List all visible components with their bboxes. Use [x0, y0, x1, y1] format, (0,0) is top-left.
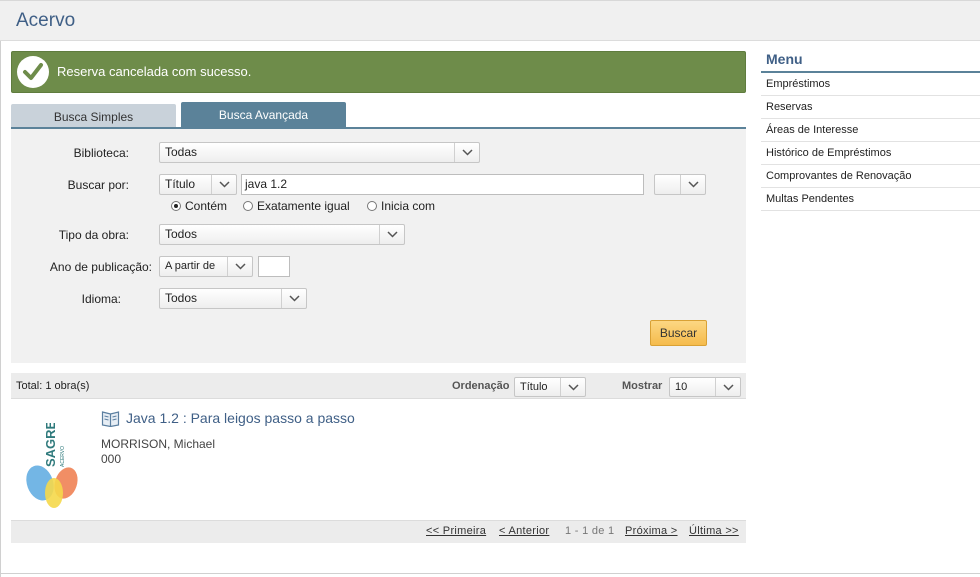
radio-inicia-com[interactable]: Inicia com — [367, 199, 435, 213]
radio-label: Contém — [185, 199, 228, 213]
chevron-down-icon — [227, 257, 252, 276]
radio-dot — [367, 201, 377, 211]
ordenacao-label: Ordenação — [452, 380, 510, 392]
biblioteca-value: Todas — [165, 145, 198, 159]
mostrar-select[interactable]: 10 — [669, 377, 741, 397]
result-code: 000 — [101, 452, 122, 466]
chevron-down-icon — [715, 378, 740, 396]
menu-item-comprovantes-renovacao[interactable]: Comprovantes de Renovação — [761, 165, 980, 188]
chevron-down-icon — [680, 175, 705, 194]
prev-page-link[interactable]: < Anterior — [499, 525, 549, 537]
buscar-por-label: Buscar por: — [67, 178, 129, 192]
logo-text: SAGRES — [43, 423, 58, 467]
page-title: Acervo — [16, 10, 76, 31]
mostrar-label: Mostrar — [622, 380, 663, 392]
chevron-down-icon — [454, 143, 479, 162]
sagres-logo: SAGRES ACERVO — [22, 412, 82, 509]
next-page-link[interactable]: Próxima > — [625, 525, 678, 537]
tipo-obra-label: Tipo da obra: — [58, 228, 129, 242]
check-icon — [17, 56, 49, 88]
buscar-por-field-select[interactable]: Título — [159, 174, 237, 195]
buscar-button[interactable]: Buscar — [650, 320, 707, 346]
ordenacao-value: Título — [520, 381, 548, 393]
idioma-value: Todos — [165, 291, 198, 305]
tab-busca-simples[interactable]: Busca Simples — [11, 104, 176, 128]
radio-label: Inicia com — [381, 199, 436, 213]
menu-item-emprestimos[interactable]: Empréstimos — [761, 73, 980, 96]
chevron-down-icon — [560, 378, 585, 396]
idioma-label: Idioma: — [81, 292, 121, 306]
buscar-por-extra-select[interactable] — [654, 174, 706, 195]
menu-item-reservas[interactable]: Reservas — [761, 96, 980, 119]
radio-contem[interactable]: Contém — [171, 199, 227, 213]
mostrar-value: 10 — [675, 381, 688, 393]
last-page-link[interactable]: Última >> — [689, 525, 739, 537]
page-border — [0, 0, 1, 577]
page-header: Acervo — [0, 0, 980, 41]
search-input[interactable]: java 1.2 — [241, 174, 644, 195]
page-info: 1 - 1 de 1 — [565, 525, 615, 537]
results-total: Total: 1 obra(s) — [16, 380, 90, 392]
ano-mode-select[interactable]: A partir de — [159, 256, 253, 277]
first-page-link[interactable]: << Primeira — [426, 525, 486, 537]
menu-item-multas-pendentes[interactable]: Multas Pendentes — [761, 188, 980, 211]
chevron-down-icon — [379, 225, 404, 244]
tipo-obra-value: Todos — [165, 227, 198, 241]
chevron-down-icon — [281, 289, 306, 308]
logo-subtext: ACERVO — [60, 446, 66, 467]
menu-item-areas-interesse[interactable]: Áreas de Interesse — [761, 119, 980, 142]
ano-mode-value: A partir de — [165, 260, 216, 272]
search-input-value: java 1.2 — [245, 177, 288, 191]
tipo-obra-select[interactable]: Todos — [159, 224, 405, 245]
alert-message: Reserva cancelada com sucesso. — [57, 64, 252, 79]
success-alert: Reserva cancelada com sucesso. — [11, 51, 746, 93]
menu-title: Menu — [766, 51, 803, 67]
radio-exatamente-igual[interactable]: Exatamente igual — [243, 199, 350, 213]
book-icon — [101, 410, 120, 430]
result-author: MORRISON, Michael — [101, 437, 216, 451]
ano-publicacao-label: Ano de publicação: — [49, 260, 152, 274]
idioma-select[interactable]: Todos — [159, 288, 307, 309]
chevron-down-icon — [211, 175, 236, 194]
tab-busca-avancada[interactable]: Busca Avançada — [181, 102, 346, 128]
ordenacao-select[interactable]: Título — [514, 377, 586, 397]
result-title-link[interactable]: Java 1.2 : Para leigos passo a passo — [126, 410, 355, 426]
ano-input[interactable] — [258, 256, 290, 277]
page-bottom-border — [0, 573, 980, 574]
radio-dot — [243, 201, 253, 211]
radio-label: Exatamente igual — [257, 199, 350, 213]
search-panel — [11, 129, 746, 363]
buscar-por-field-value: Título — [165, 177, 196, 191]
biblioteca-select[interactable]: Todas — [159, 142, 480, 163]
biblioteca-label: Biblioteca: — [73, 146, 129, 160]
radio-dot — [171, 201, 181, 211]
menu-item-historico-emprestimos[interactable]: Histórico de Empréstimos — [761, 142, 980, 165]
